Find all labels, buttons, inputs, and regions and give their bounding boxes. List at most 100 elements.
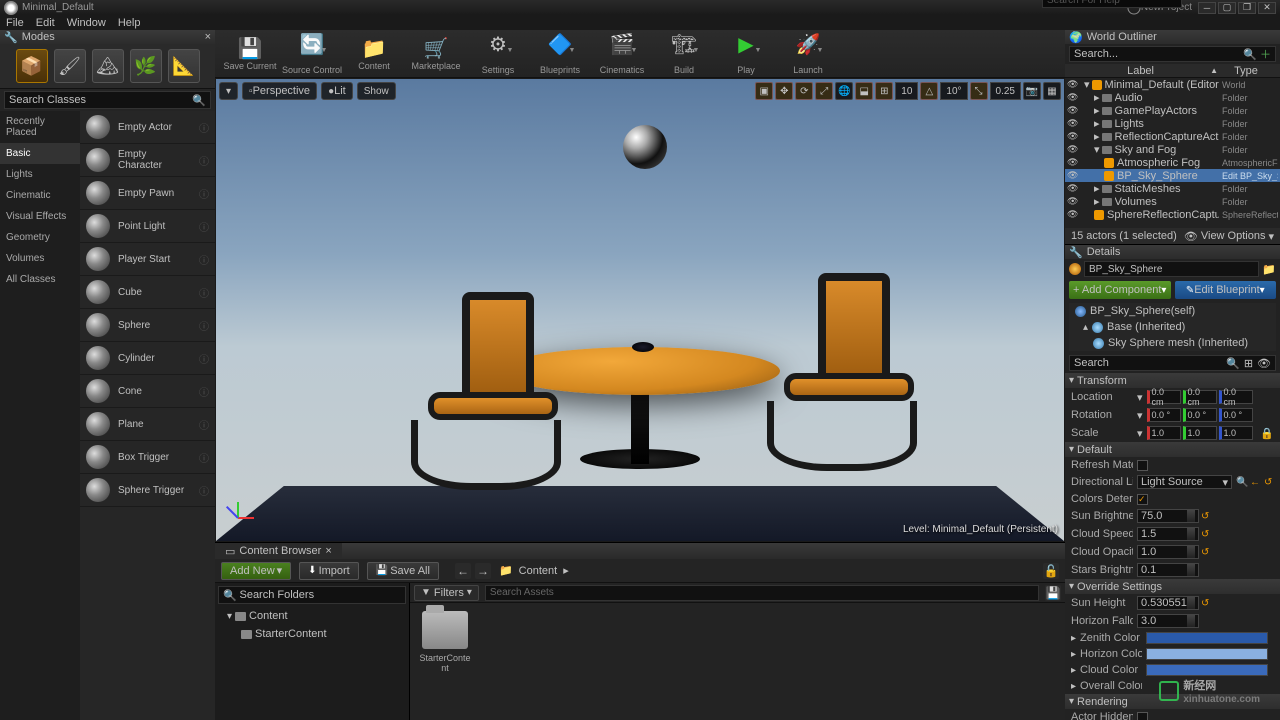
menu-window[interactable]: Window [67, 17, 106, 29]
cloud-opacity-input[interactable]: 1.0 [1137, 545, 1199, 559]
settings-button[interactable]: ⚙▼Settings [467, 30, 529, 78]
info-icon[interactable]: ⓘ [199, 450, 209, 465]
visibility-icon[interactable]: 👁 [1067, 92, 1077, 103]
cloud-color-swatch[interactable] [1146, 664, 1268, 676]
outliner-row-gameplayactors[interactable]: 👁▸GamePlayActorsFolder [1065, 104, 1280, 117]
eye-icon[interactable]: 👁 [1257, 357, 1271, 370]
directional-light-select[interactable]: Light Source▾ [1137, 475, 1232, 489]
launch-button[interactable]: 🚀▼Launch [777, 30, 839, 78]
outliner-row-staticmeshes[interactable]: 👁▸StaticMeshesFolder [1065, 182, 1280, 195]
cb-save-icon[interactable]: 💾 [1045, 585, 1061, 601]
content-browser-tab[interactable]: ▭ Content Browser × [215, 543, 342, 559]
visibility-icon[interactable]: 👁 [1067, 144, 1077, 155]
refresh-material-checkbox[interactable] [1137, 460, 1148, 471]
visibility-icon[interactable]: 👁 [1067, 118, 1077, 129]
tree-content-root[interactable]: ▾Content [215, 607, 409, 625]
asset-startercontent-folder[interactable]: StarterContent [418, 611, 472, 673]
outliner-row-spherereflectioncapture[interactable]: 👁SphereReflectionCaptureSphereReflection [1065, 208, 1280, 221]
cat-volumes[interactable]: Volumes [0, 248, 80, 269]
maximize-button[interactable]: ▢ [1218, 2, 1236, 14]
place-item-plane[interactable]: Planeⓘ [80, 408, 215, 441]
visibility-icon[interactable]: 👁 [1067, 79, 1077, 90]
outliner-row-reflectioncaptureactors[interactable]: 👁▸ReflectionCaptureActorsFolder [1065, 130, 1280, 143]
visibility-icon[interactable]: 👁 [1067, 209, 1077, 220]
build-button[interactable]: 🏗▼Build [653, 30, 715, 78]
tab-close-icon[interactable]: × [325, 545, 331, 557]
viewport-lit-button[interactable]: ● Lit [321, 82, 353, 100]
close-button[interactable]: ✕ [1258, 2, 1276, 14]
property-matrix-icon[interactable]: ⊞ [1244, 357, 1253, 370]
location-z-input[interactable]: 0.0 cm [1219, 390, 1253, 404]
filters-button[interactable]: ▼Filters▾ [414, 585, 479, 601]
place-item-point-light[interactable]: Point Lightⓘ [80, 210, 215, 243]
tree-startercontent[interactable]: StarterContent [215, 625, 409, 643]
info-icon[interactable]: ⓘ [199, 186, 209, 201]
mode-landscape-button[interactable]: 🏔 [92, 49, 124, 83]
modes-close-icon[interactable]: × [205, 31, 211, 43]
outliner-row-minimal-default-editor-[interactable]: 👁▾Minimal_Default (Editor)World [1065, 78, 1280, 91]
global-help-search[interactable]: Search For Help [1042, 0, 1182, 8]
info-icon[interactable]: ⓘ [199, 351, 209, 366]
rotation-z-input[interactable]: 0.0 ° [1219, 408, 1253, 422]
add-new-button[interactable]: Add New▾ [221, 562, 291, 580]
viewport-maximize-button[interactable]: ▦ [1043, 82, 1061, 100]
grid-snap-value[interactable]: 10 [895, 82, 918, 100]
cinematics-button[interactable]: 🎬▼Cinematics [591, 30, 653, 78]
scale-x-input[interactable]: 1.0 [1147, 426, 1181, 440]
horizon-falloff-input[interactable]: 3.0 [1137, 614, 1199, 628]
place-item-cone[interactable]: Coneⓘ [80, 375, 215, 408]
place-item-empty-character[interactable]: Empty Characterⓘ [80, 144, 215, 177]
camera-speed-button[interactable]: 📷 [1023, 82, 1041, 100]
browse-icon[interactable]: 📁 [1262, 263, 1276, 276]
transform-rotate-button[interactable]: ⟳ [795, 82, 813, 100]
mode-foliage-button[interactable]: 🌿 [130, 49, 162, 83]
actor-hidden-checkbox[interactable] [1137, 712, 1148, 720]
info-icon[interactable]: ⓘ [199, 483, 209, 498]
mode-paint-button[interactable]: 🖌 [54, 49, 86, 83]
place-item-player-start[interactable]: Player Startⓘ [80, 243, 215, 276]
cat-cinematic[interactable]: Cinematic [0, 185, 80, 206]
info-icon[interactable]: ⓘ [199, 219, 209, 234]
visibility-icon[interactable]: 👁 [1067, 157, 1077, 168]
search-classes-input[interactable]: Search Classes 🔍 [4, 91, 211, 109]
edit-blueprint-button[interactable]: ✎ Edit Blueprint ▾ [1175, 281, 1277, 299]
import-button[interactable]: ⬇ Import [299, 562, 359, 580]
cat-geometry[interactable]: Geometry [0, 227, 80, 248]
sun-height-input[interactable]: 0.530551 [1137, 596, 1199, 610]
place-item-cube[interactable]: Cubeⓘ [80, 276, 215, 309]
transform-translate-button[interactable]: ✥ [775, 82, 793, 100]
minimize-button[interactable]: ─ [1198, 2, 1216, 14]
component-sky-mesh[interactable]: Sky Sphere mesh (Inherited) [1069, 335, 1276, 351]
cat-visual-effects[interactable]: Visual Effects [0, 206, 80, 227]
cat-all-classes[interactable]: All Classes [0, 269, 80, 290]
outliner-search-input[interactable]: Search...🔍＋ [1069, 46, 1276, 62]
nav-forward-button[interactable]: → [475, 563, 491, 579]
info-icon[interactable]: ⓘ [199, 384, 209, 399]
cat-transform[interactable]: ▾Transform [1065, 373, 1280, 388]
location-y-input[interactable]: 0.0 cm [1183, 390, 1217, 404]
location-x-input[interactable]: 0.0 cm [1147, 390, 1181, 404]
cat-lights[interactable]: Lights [0, 164, 80, 185]
viewport-options-button[interactable]: ▾ [219, 82, 238, 100]
coord-space-button[interactable]: 🌐 [835, 82, 853, 100]
grid-snap-button[interactable]: ⊞ [875, 82, 893, 100]
mode-place-button[interactable]: 📦 [16, 49, 48, 83]
visibility-icon[interactable]: 👁 [1067, 170, 1077, 181]
sun-brightness-input[interactable]: 75.0 [1137, 509, 1199, 523]
cat-override[interactable]: ▾Override Settings [1065, 579, 1280, 594]
nav-back-button[interactable]: ← [455, 563, 471, 579]
place-item-empty-pawn[interactable]: Empty Pawnⓘ [80, 177, 215, 210]
info-icon[interactable]: ⓘ [199, 318, 209, 333]
use-icon[interactable]: ← [1250, 477, 1260, 487]
outliner-row-atmospheric-fog[interactable]: 👁Atmospheric FogAtmosphericFog [1065, 156, 1280, 169]
actor-name-input[interactable]: BP_Sky_Sphere [1084, 261, 1259, 277]
add-component-button[interactable]: + Add Component ▾ [1069, 281, 1171, 299]
surface-snap-button[interactable]: ⬓ [855, 82, 873, 100]
cb-lock-button[interactable]: 🔓 [1043, 563, 1059, 579]
cat-basic[interactable]: Basic [0, 143, 80, 164]
menu-file[interactable]: File [6, 17, 24, 29]
reset-icon[interactable]: ↺ [1264, 477, 1274, 487]
place-item-sphere-trigger[interactable]: Sphere Triggerⓘ [80, 474, 215, 507]
cloud-speed-input[interactable]: 1.5 [1137, 527, 1199, 541]
transform-select-button[interactable]: ▣ [755, 82, 773, 100]
